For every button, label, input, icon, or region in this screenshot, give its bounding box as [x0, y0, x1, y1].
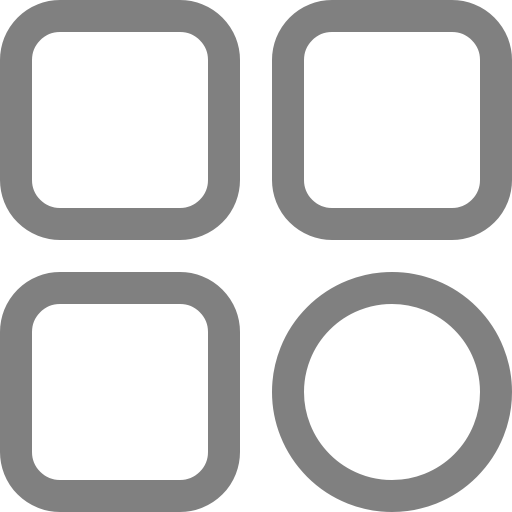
apps-grid-icon: [0, 0, 512, 512]
tile-bottom-right: [272, 272, 512, 512]
tile-bottom-left: [0, 272, 240, 512]
tile-top-right: [272, 0, 512, 240]
icon-canvas: [0, 0, 512, 512]
tile-top-left: [0, 0, 240, 240]
